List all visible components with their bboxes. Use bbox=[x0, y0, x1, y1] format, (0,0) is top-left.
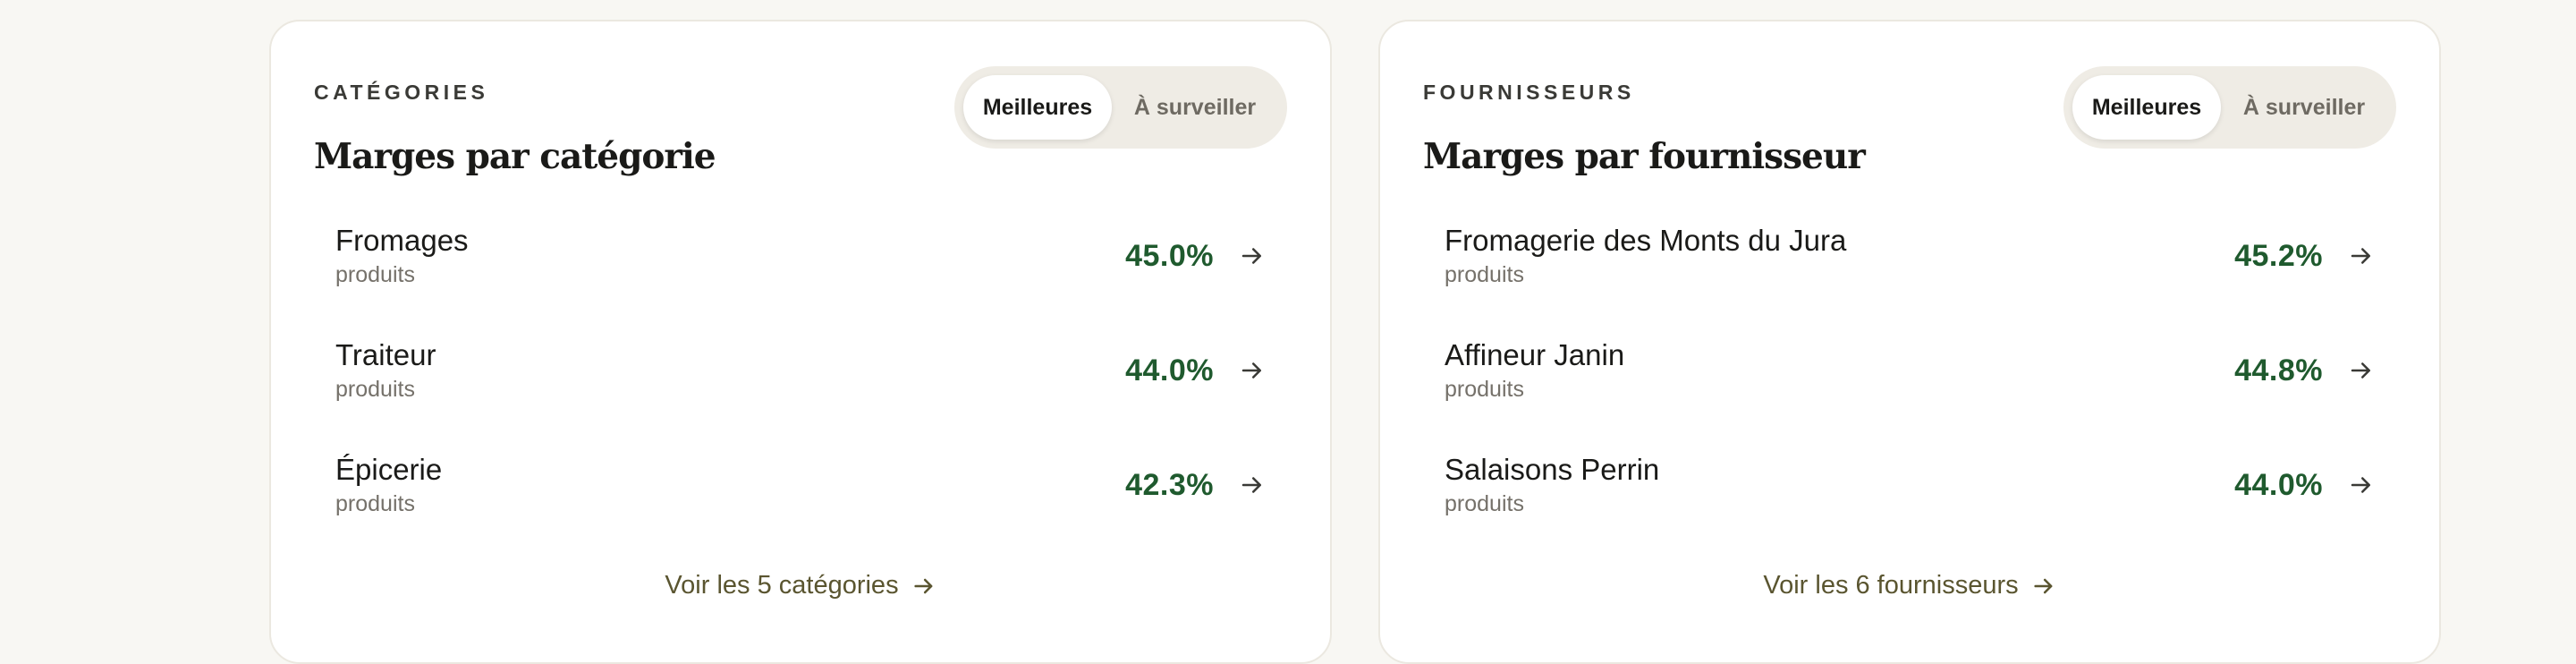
row-name: Traiteur bbox=[335, 338, 436, 371]
suppliers-list: Fromagerie des Monts du Jura produits 45… bbox=[1423, 199, 2396, 542]
row-margin-value: 42.3% bbox=[1125, 467, 1214, 502]
categories-toggle: Meilleures À surveiller bbox=[954, 66, 1287, 149]
row-margin-value: 45.2% bbox=[2234, 238, 2323, 273]
row-name: Salaisons Perrin bbox=[1445, 453, 1660, 486]
row-subtitle: produits bbox=[335, 491, 415, 516]
row-subtitle: produits bbox=[335, 262, 415, 287]
suppliers-view-all-link[interactable]: Voir les 6 fournisseurs bbox=[1380, 571, 2439, 600]
row-margin-value: 44.8% bbox=[2234, 353, 2323, 387]
suppliers-toggle: Meilleures À surveiller bbox=[2063, 66, 2396, 149]
row-subtitle: produits bbox=[1445, 491, 1524, 516]
row-name: Épicerie bbox=[335, 453, 443, 486]
suppliers-card: FOURNISSEURS Marges par fournisseur Meil… bbox=[1378, 20, 2441, 664]
list-item[interactable]: Salaisons Perrin produits 44.0% bbox=[1423, 428, 2396, 542]
list-item[interactable]: Épicerie produits 42.3% bbox=[314, 428, 1287, 542]
suppliers-title: Marges par fournisseur bbox=[1423, 136, 1866, 177]
list-item[interactable]: Fromages produits 45.0% bbox=[314, 199, 1287, 313]
arrow-right-icon bbox=[2351, 362, 2370, 379]
categories-toggle-watch[interactable]: À surveiller bbox=[1112, 75, 1278, 140]
row-margin-value: 44.0% bbox=[2234, 467, 2323, 502]
list-item[interactable]: Traiteur produits 44.0% bbox=[314, 313, 1287, 428]
row-subtitle: produits bbox=[335, 377, 415, 402]
row-name: Fromagerie des Monts du Jura bbox=[1445, 224, 1847, 257]
list-item[interactable]: Fromagerie des Monts du Jura produits 45… bbox=[1423, 199, 2396, 313]
arrow-right-icon bbox=[2351, 248, 2370, 264]
suppliers-eyebrow: FOURNISSEURS bbox=[1423, 81, 1635, 104]
arrow-right-icon bbox=[1241, 362, 1261, 379]
row-name: Affineur Janin bbox=[1445, 338, 1625, 371]
row-name: Fromages bbox=[335, 224, 469, 257]
row-subtitle: produits bbox=[1445, 377, 1524, 402]
row-margin-value: 45.0% bbox=[1125, 238, 1214, 273]
row-margin-value: 44.0% bbox=[1125, 353, 1214, 387]
arrow-right-icon bbox=[1241, 477, 1261, 493]
suppliers-toggle-best[interactable]: Meilleures bbox=[2072, 75, 2221, 140]
categories-eyebrow: CATÉGORIES bbox=[314, 81, 489, 104]
suppliers-toggle-watch[interactable]: À surveiller bbox=[2221, 75, 2387, 140]
categories-card: CATÉGORIES Marges par catégorie Meilleur… bbox=[269, 20, 1332, 664]
categories-title: Marges par catégorie bbox=[314, 136, 716, 177]
arrow-right-icon bbox=[2034, 578, 2053, 593]
arrow-right-icon bbox=[1241, 248, 1261, 264]
categories-list: Fromages produits 45.0% Traiteur produit… bbox=[314, 199, 1287, 542]
arrow-right-icon bbox=[913, 578, 933, 593]
arrow-right-icon bbox=[2351, 477, 2370, 493]
categories-view-all-link[interactable]: Voir les 5 catégories bbox=[271, 571, 1330, 600]
categories-view-all-label: Voir les 5 catégories bbox=[665, 571, 899, 600]
row-subtitle: produits bbox=[1445, 262, 1524, 287]
suppliers-view-all-label: Voir les 6 fournisseurs bbox=[1763, 571, 2019, 600]
list-item[interactable]: Affineur Janin produits 44.8% bbox=[1423, 313, 2396, 428]
categories-toggle-best[interactable]: Meilleures bbox=[963, 75, 1112, 140]
